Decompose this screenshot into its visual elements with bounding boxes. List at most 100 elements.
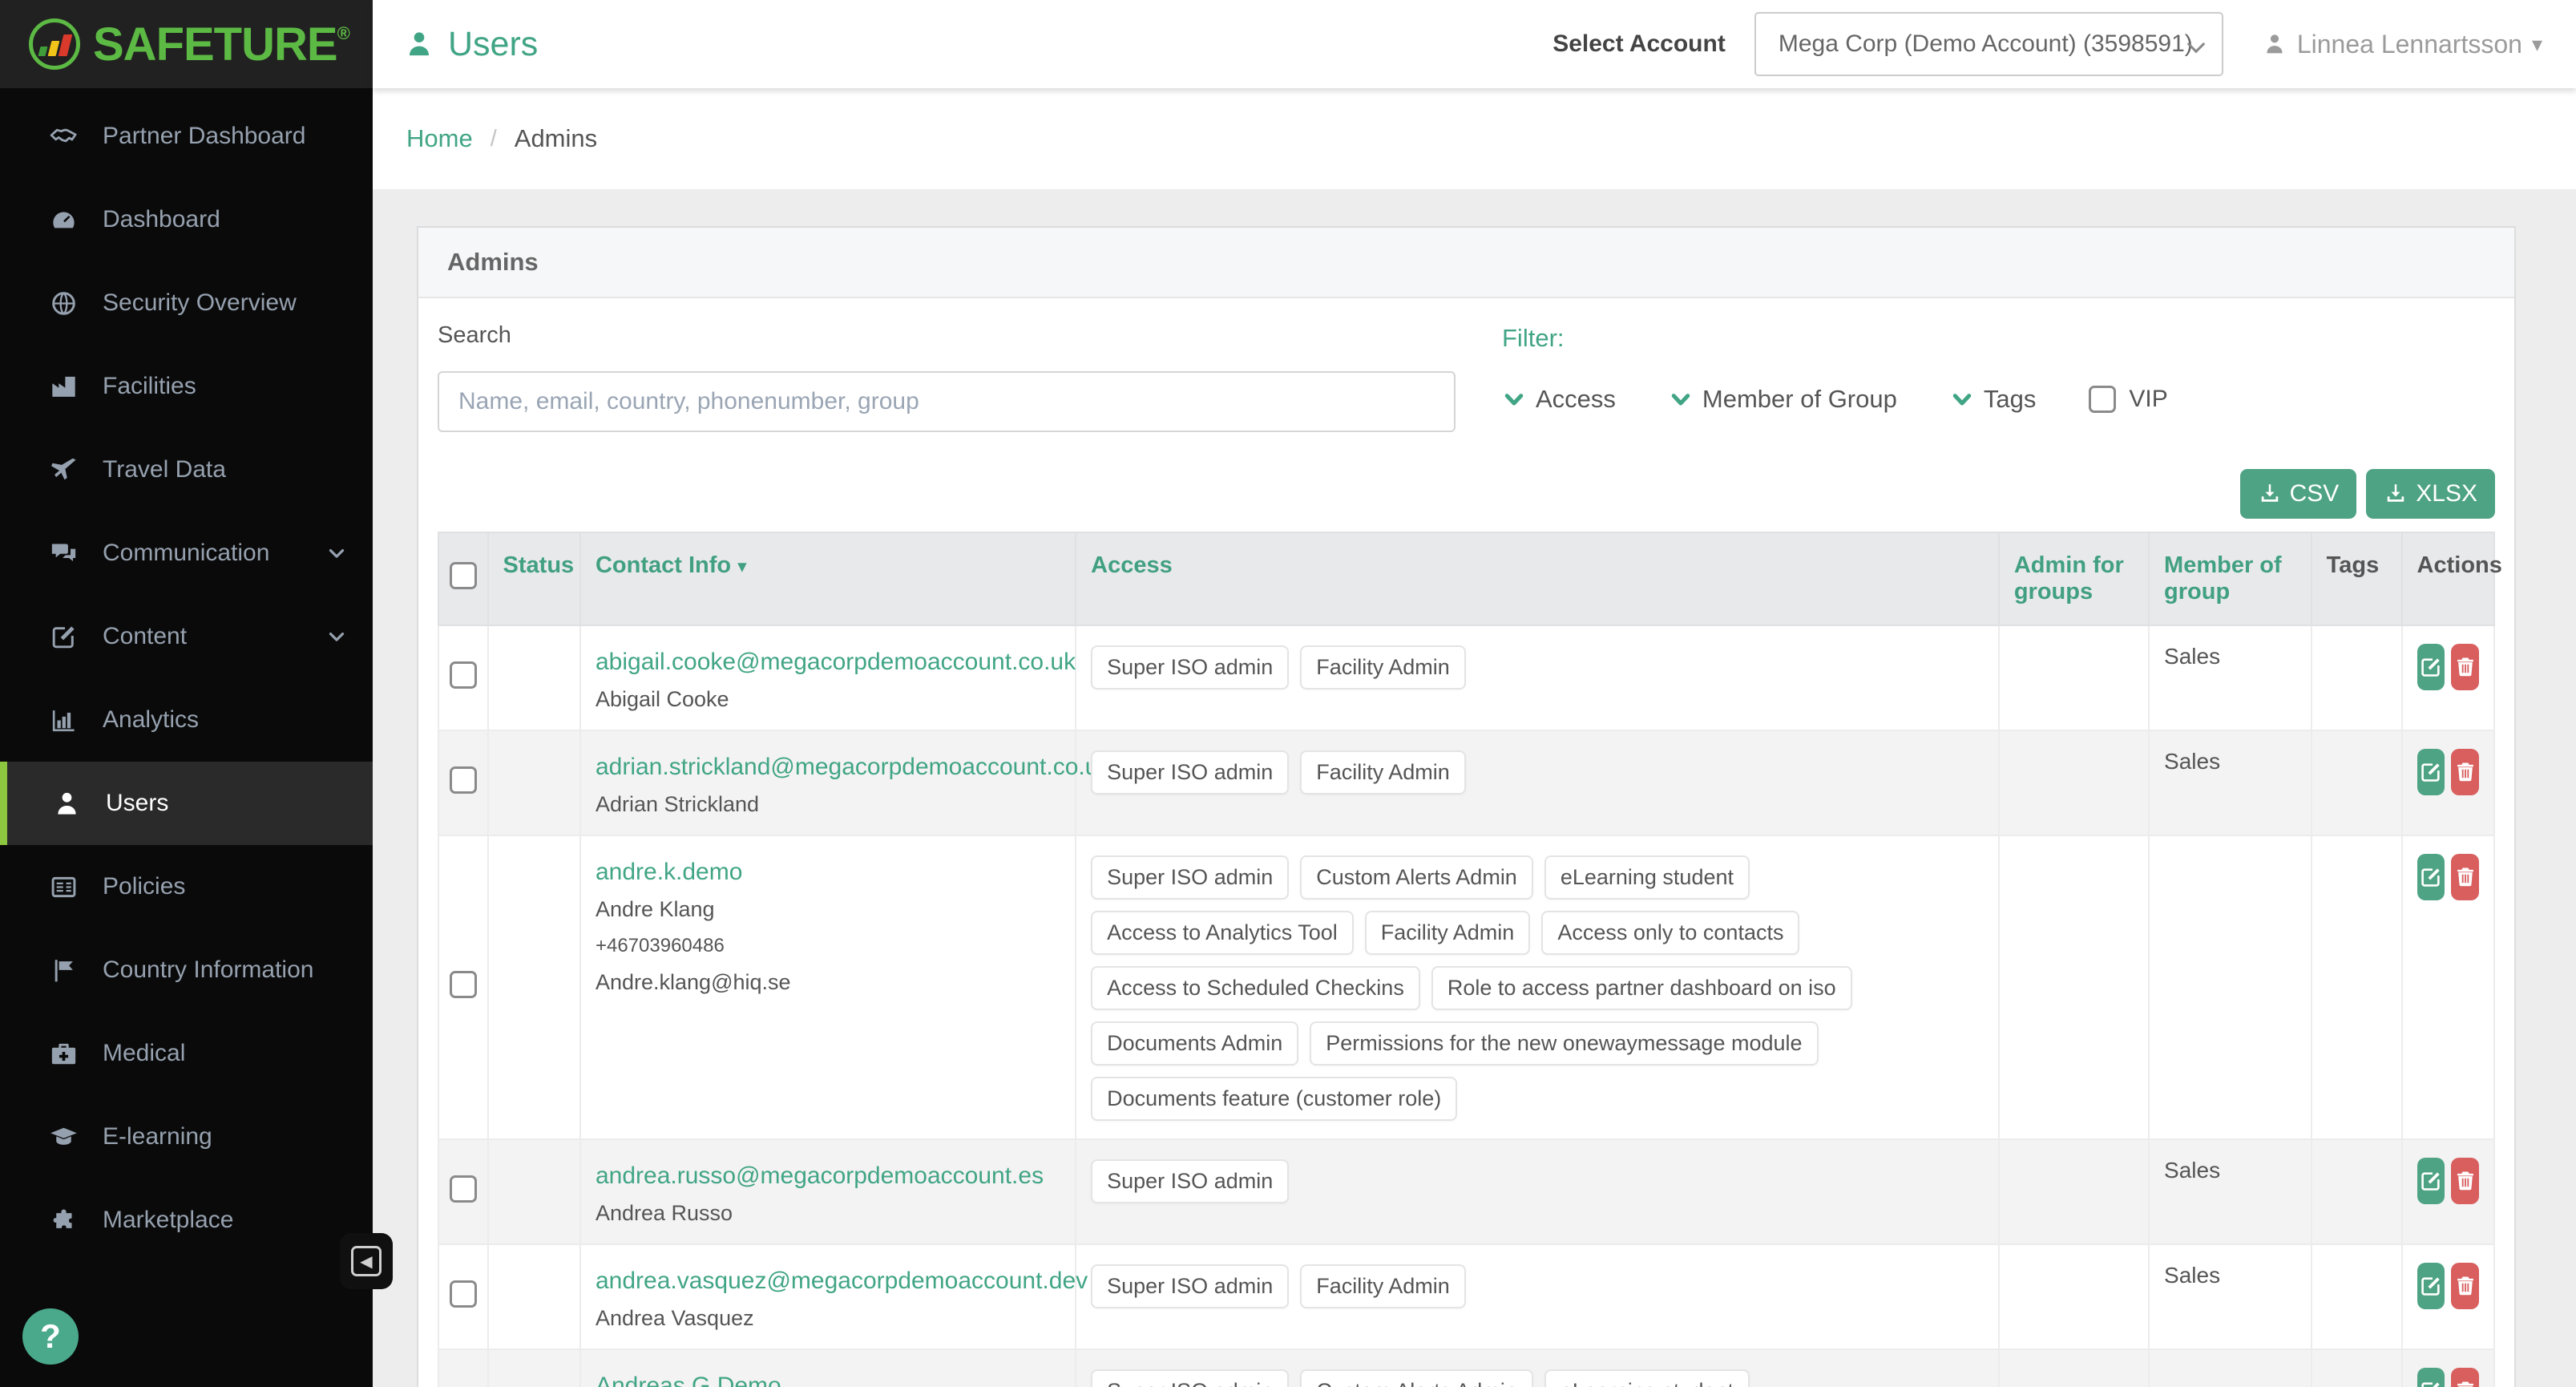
status-cell — [488, 625, 580, 730]
contact-info-cell: adrian.strickland@megacorpdemoaccount.co… — [580, 730, 1076, 835]
card-title: Admins — [447, 248, 539, 277]
column-header-status[interactable]: Status — [488, 532, 580, 625]
access-badges: Super ISO adminCustom Alerts AdmineLearn… — [1091, 1368, 1984, 1387]
column-header-admin-for-groups[interactable]: Admin for groups — [1999, 532, 2149, 625]
delete-user-button[interactable] — [2451, 644, 2479, 690]
sidebar-item-label: Dashboard — [103, 206, 220, 233]
gauge-icon — [49, 205, 79, 235]
sidebar-item-communication[interactable]: Communication — [0, 512, 373, 595]
sidebar-item-users[interactable]: Users — [0, 762, 373, 845]
help-button[interactable]: ? — [22, 1308, 79, 1365]
edit-user-button[interactable] — [2417, 644, 2445, 690]
sidebar-item-label: Country Information — [103, 956, 313, 984]
user-email-link[interactable]: andrea.russo@megacorpdemoaccount.es — [596, 1163, 1044, 1190]
row-checkbox[interactable] — [450, 766, 477, 794]
row-checkbox[interactable] — [450, 1280, 477, 1308]
column-header-tags[interactable]: Tags — [2312, 532, 2402, 625]
sidebar-item-travel-data[interactable]: Travel Data — [0, 428, 373, 512]
filter-dropdown-member-of-group[interactable]: Member of Group — [1669, 385, 1897, 414]
sidebar-item-e-learning[interactable]: E-learning — [0, 1095, 373, 1179]
edit-icon — [2418, 1168, 2444, 1194]
column-header-label: Admin for groups — [2014, 552, 2124, 605]
user-email-link[interactable]: Andreas.G.Demo — [596, 1373, 781, 1387]
member-of-group-value: Sales — [2164, 644, 2220, 669]
contact-info-cell: andrea.vasquez@megacorpdemoaccount.devAn… — [580, 1244, 1076, 1349]
delete-user-button[interactable] — [2451, 1368, 2479, 1387]
sidebar-item-analytics[interactable]: Analytics — [0, 678, 373, 762]
column-header-label: Access — [1091, 552, 1173, 578]
user-email-link[interactable]: adrian.strickland@megacorpdemoaccount.co… — [596, 754, 1110, 781]
sidebar-item-marketplace[interactable]: Marketplace — [0, 1179, 373, 1262]
access-badge: Super ISO admin — [1091, 1159, 1289, 1203]
sidebar-item-facilities[interactable]: Facilities — [0, 345, 373, 428]
admin-for-groups-cell — [1999, 1139, 2149, 1244]
row-checkbox[interactable] — [450, 661, 477, 689]
row-select-cell — [438, 730, 488, 835]
edit-user-button[interactable] — [2417, 749, 2445, 795]
sidebar-item-security-overview[interactable]: Security Overview — [0, 261, 373, 345]
vip-label: VIP — [2129, 386, 2167, 413]
page-title-group: Users — [403, 25, 538, 64]
search-input[interactable] — [438, 371, 1456, 432]
column-header-select — [438, 532, 488, 625]
logo-chart-icon — [29, 18, 80, 70]
user-email-link[interactable]: andre.k.demo — [596, 859, 742, 886]
row-checkbox[interactable] — [450, 971, 477, 998]
sidebar-collapse-button[interactable]: ◀ — [340, 1233, 393, 1289]
plane-icon — [49, 455, 79, 485]
access-cell: Super ISO adminCustom Alerts AdmineLearn… — [1076, 1349, 1999, 1387]
filter-dropdown-access[interactable]: Access — [1502, 385, 1616, 414]
row-select-cell — [438, 1244, 488, 1349]
sidebar-item-partner-dashboard[interactable]: Partner Dashboard — [0, 95, 373, 178]
filter-dropdown-tags[interactable]: Tags — [1950, 385, 2036, 414]
edit-user-button[interactable] — [2417, 1158, 2445, 1204]
sidebar-item-country-information[interactable]: Country Information — [0, 928, 373, 1012]
column-header-member-of-group[interactable]: Member of group — [2149, 532, 2312, 625]
breadcrumb-home-link[interactable]: Home — [406, 124, 473, 153]
table-row: Andreas.G.DemoAndreas Granath+4670831824… — [438, 1349, 2494, 1387]
sidebar-item-medical[interactable]: Medical — [0, 1012, 373, 1095]
breadcrumb-current: Admins — [515, 124, 597, 153]
access-cell: Super ISO adminFacility Admin — [1076, 730, 1999, 835]
status-cell — [488, 1139, 580, 1244]
delete-user-button[interactable] — [2451, 749, 2479, 795]
user-menu[interactable]: Linnea Lennartsson ▾ — [2262, 30, 2542, 59]
sidebar-item-content[interactable]: Content — [0, 595, 373, 678]
member-of-group-cell — [2149, 835, 2312, 1139]
delete-user-button[interactable] — [2451, 1263, 2479, 1309]
edit-user-button[interactable] — [2417, 1263, 2445, 1309]
user-email-link[interactable]: abigail.cooke@megacorpdemoaccount.co.uk — [596, 649, 1076, 676]
column-header-access[interactable]: Access — [1076, 532, 1999, 625]
sidebar-item-label: Policies — [103, 873, 185, 900]
vip-checkbox[interactable] — [2089, 386, 2116, 413]
account-select[interactable]: Mega Corp (Demo Account) (3598591) — [1754, 12, 2223, 76]
tags-cell — [2312, 1349, 2402, 1387]
access-badge: Custom Alerts Admin — [1300, 855, 1533, 900]
access-badge: eLearning student — [1544, 855, 1750, 900]
logo[interactable]: SAFETURE® — [0, 0, 373, 88]
user-full-name: Andrea Russo — [596, 1201, 1060, 1226]
user-email-link[interactable]: andrea.vasquez@megacorpdemoaccount.dev — [596, 1268, 1088, 1295]
export-xlsx-button[interactable]: XLSX — [2366, 469, 2495, 519]
edit-user-button[interactable] — [2417, 854, 2445, 900]
vip-filter[interactable]: VIP — [2089, 386, 2167, 413]
row-select-cell — [438, 1139, 488, 1244]
column-header-actions[interactable]: Actions — [2402, 532, 2494, 625]
sidebar-item-dashboard[interactable]: Dashboard — [0, 178, 373, 261]
search-label: Search — [438, 322, 1456, 349]
column-header-contact-info[interactable]: Contact Info▾ — [580, 532, 1076, 625]
delete-user-button[interactable] — [2451, 854, 2479, 900]
filter-controls: Access Member of Group Tags VIP — [1502, 385, 2168, 414]
edit-user-button[interactable] — [2417, 1368, 2445, 1387]
access-badge: Access to Analytics Tool — [1091, 911, 1354, 955]
delete-user-button[interactable] — [2451, 1158, 2479, 1204]
access-cell: Super ISO admin — [1076, 1139, 1999, 1244]
user-full-name: Andre Klang — [596, 897, 1060, 922]
globe-icon — [49, 289, 79, 318]
select-all-checkbox[interactable] — [450, 562, 477, 589]
row-checkbox[interactable] — [450, 1175, 477, 1203]
sidebar-item-policies[interactable]: Policies — [0, 845, 373, 928]
edit-icon — [2418, 864, 2444, 890]
export-csv-button[interactable]: CSV — [2240, 469, 2357, 519]
contact-info-cell: Andreas.G.DemoAndreas Granath+4670831824… — [580, 1349, 1076, 1387]
